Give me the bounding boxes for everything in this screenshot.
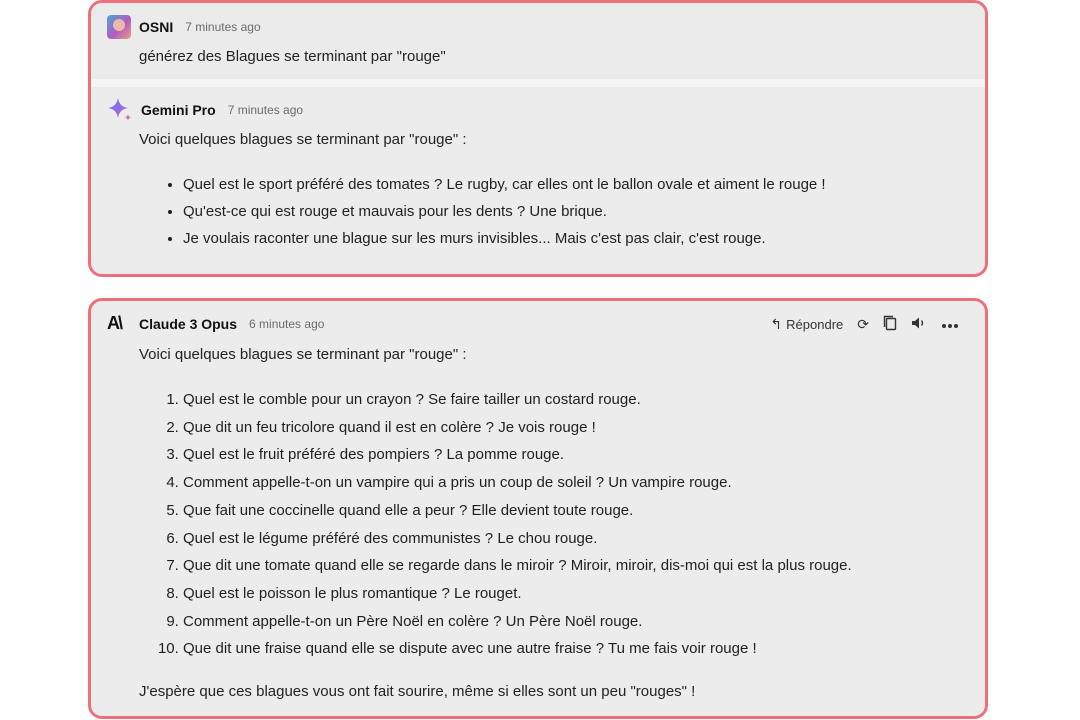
copy-icon[interactable] xyxy=(883,315,897,334)
anthropic-logo-icon: A\ xyxy=(107,313,123,333)
user-avatar xyxy=(107,15,131,39)
claude-outro-text: J'espère que ces blagues vous ont fait s… xyxy=(139,683,696,700)
list-item: Quel est le fruit préféré des pompiers ?… xyxy=(183,441,852,469)
claude-intro-text: Voici quelques blagues se terminant par … xyxy=(139,346,467,363)
claude-name: Claude 3 Opus xyxy=(139,315,238,332)
user-name: OSNI xyxy=(139,19,174,35)
reply-label: Répondre xyxy=(786,317,844,332)
list-item: Que dit une fraise quand elle se dispute… xyxy=(183,635,852,663)
claude-message-header: A\ Claude 3 Opus 6 minutes ago xyxy=(107,313,324,334)
user-message-time: 7 minutes ago xyxy=(185,20,261,34)
reply-arrow-icon: ↰ xyxy=(770,316,783,332)
list-item: Quel est le légume préféré des communist… xyxy=(183,525,852,553)
list-item: Comment appelle-t-on un Père Noël en col… xyxy=(183,608,852,636)
more-icon[interactable] xyxy=(941,317,959,332)
gemini-message-header: Gemini Pro 7 minutes ago xyxy=(107,97,303,123)
list-item: Que dit un feu tricolore quand il est en… xyxy=(183,414,852,442)
user-message-text: générez des Blagues se terminant par "ro… xyxy=(139,48,446,65)
gemini-message: Gemini Pro 7 minutes ago Voici quelques … xyxy=(91,87,985,274)
reply-button[interactable]: ↰ Répondre xyxy=(770,316,843,333)
conversation-card-gemini: OSNI 7 minutes ago générez des Blagues s… xyxy=(88,0,988,277)
refresh-icon[interactable]: ⟳ xyxy=(857,316,869,333)
message-actions: ↰ Répondre ⟳ xyxy=(770,315,959,334)
speaker-icon[interactable] xyxy=(911,316,927,333)
conversation-card-claude: A\ Claude 3 Opus 6 minutes ago ↰ Répondr… xyxy=(88,298,988,719)
list-item: Je voulais raconter une blague sur les m… xyxy=(183,225,826,252)
list-item: Qu'est-ce qui est rouge et mauvais pour … xyxy=(183,198,826,225)
gemini-joke-list: Quel est le sport préféré des tomates ? … xyxy=(163,171,826,252)
list-item: Comment appelle-t-on un vampire qui a pr… xyxy=(183,469,852,497)
gemini-message-time: 7 minutes ago xyxy=(227,103,304,117)
claude-joke-list: Quel est le comble pour un crayon ? Se f… xyxy=(159,386,852,663)
user-message-header: OSNI 7 minutes ago xyxy=(107,15,261,39)
claude-message: A\ Claude 3 Opus 6 minutes ago ↰ Répondr… xyxy=(91,301,985,716)
gemini-intro-text: Voici quelques blagues se terminant par … xyxy=(139,131,467,148)
list-item: Que dit une tomate quand elle se regarde… xyxy=(183,552,852,580)
list-item: Quel est le sport préféré des tomates ? … xyxy=(183,171,826,198)
user-message: OSNI 7 minutes ago générez des Blagues s… xyxy=(91,3,985,79)
list-item: Que fait une coccinelle quand elle a peu… xyxy=(183,497,852,525)
list-item: Quel est le comble pour un crayon ? Se f… xyxy=(183,386,852,414)
gemini-sparkle-icon xyxy=(107,97,133,123)
message-divider xyxy=(91,79,985,87)
gemini-name: Gemini Pro xyxy=(141,102,216,118)
list-item: Quel est le poisson le plus romantique ?… xyxy=(183,580,852,608)
claude-message-time: 6 minutes ago xyxy=(249,316,325,331)
